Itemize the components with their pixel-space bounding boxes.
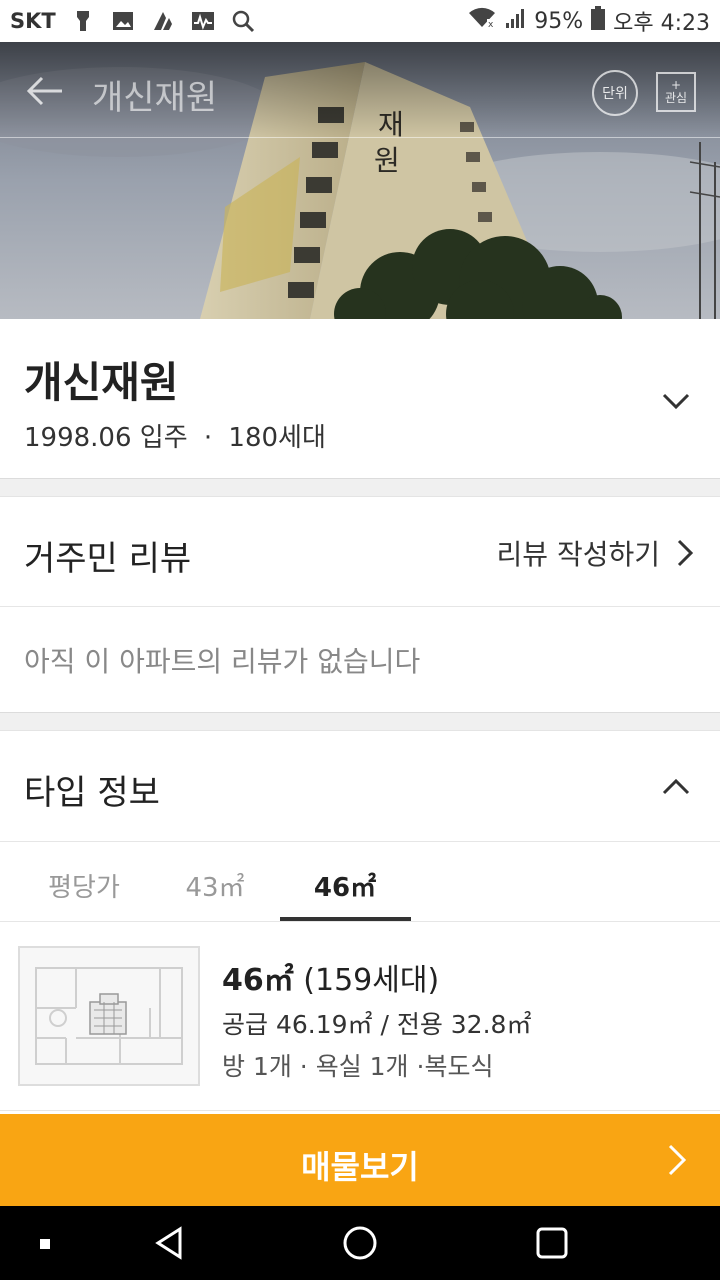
section-divider <box>0 478 720 497</box>
type-section-title: 타입 정보 <box>24 773 160 813</box>
chevron-right-icon <box>668 1144 687 1176</box>
apartment-name: 개신재원 <box>24 358 179 407</box>
recent-dot-button[interactable] <box>28 1223 68 1263</box>
signal-icon <box>504 7 526 35</box>
hero-photo: 재 원 개신재원 단위 + 관심 <box>0 42 720 319</box>
apartment-summary: 개신재원 1998.06 입주 · 180세대 <box>0 319 720 478</box>
separator: · <box>203 423 213 453</box>
sign-char-2: 원 <box>374 144 400 177</box>
section-divider <box>0 712 720 731</box>
page-title: 개신재원 <box>92 78 218 118</box>
expand-button[interactable] <box>656 381 696 421</box>
unit-label: 단위 <box>602 86 628 102</box>
tab-43[interactable]: 43㎡ <box>170 867 260 904</box>
recents-square-icon <box>536 1227 568 1259</box>
type-size: 46㎡ <box>222 963 294 998</box>
active-tab-indicator <box>280 917 411 921</box>
type-tabs: 평당가 43㎡ 46㎡ <box>0 843 720 922</box>
view-listings-label: 매물보기 <box>301 1148 419 1186</box>
gallery-icon <box>110 9 136 33</box>
battery-icon <box>591 6 606 36</box>
apartment-subtitle: 1998.06 입주 · 180세대 <box>24 417 326 454</box>
floorplan-thumbnail[interactable] <box>18 946 200 1086</box>
view-listings-button[interactable]: 매물보기 <box>0 1114 720 1206</box>
activity-icon <box>190 9 216 33</box>
collapse-button[interactable] <box>656 767 696 807</box>
dot-icon <box>40 1239 50 1249</box>
unit-toggle-button[interactable]: 단위 <box>592 70 638 116</box>
tab-46[interactable]: 46㎡ <box>300 867 390 904</box>
review-section-title: 거주민 리뷰 <box>24 539 192 579</box>
write-review-label: 리뷰 작성하기 <box>496 538 660 571</box>
hero-toolbar: 개신재원 단위 + 관심 <box>0 42 720 138</box>
clock: 오후 4:23 <box>613 11 710 36</box>
floorplan-icon <box>35 967 183 1065</box>
favorite-button[interactable]: + 관심 <box>656 72 696 112</box>
chevron-down-icon <box>662 393 690 410</box>
svg-text:x: x <box>488 20 494 29</box>
type-card[interactable]: 46㎡ (159세대) 공급 46.19㎡ / 전용 32.8㎡ 방 1개 · … <box>0 923 720 1111</box>
back-button[interactable] <box>22 68 68 114</box>
recents-nav-button[interactable] <box>532 1223 572 1263</box>
home-nav-button[interactable] <box>340 1223 380 1263</box>
app-icon <box>150 9 176 33</box>
battery-percent: 95% <box>534 8 584 34</box>
favorite-label: 관심 <box>664 91 688 105</box>
household-count: 180세대 <box>228 423 326 453</box>
tab-price-per-pyeong[interactable]: 평당가 <box>44 867 124 904</box>
type-area: 공급 46.19㎡ / 전용 32.8㎡ <box>222 1010 532 1039</box>
wifi-icon: x <box>468 7 496 35</box>
review-section-header: 거주민 리뷰 리뷰 작성하기 <box>0 497 720 607</box>
search-icon <box>230 9 256 33</box>
move-in-date: 1998.06 입주 <box>24 423 188 453</box>
back-arrow-icon <box>26 76 62 106</box>
home-circle-icon <box>343 1226 377 1260</box>
type-section-header: 타입 정보 <box>0 731 720 842</box>
chevron-up-icon <box>662 778 690 795</box>
back-triangle-icon <box>155 1226 182 1260</box>
type-title: 46㎡ (159세대) <box>222 955 439 999</box>
type-rooms: 방 1개 · 욕실 1개 ·복도식 <box>222 1052 494 1081</box>
chevron-right-icon <box>677 539 694 567</box>
review-empty-message: 아직 이 아파트의 리뷰가 없습니다 <box>24 645 421 678</box>
notification-icons <box>70 9 256 33</box>
type-households: (159세대) <box>303 963 440 998</box>
flashlight-icon <box>70 9 96 33</box>
carrier-label: SKT <box>10 9 56 33</box>
write-review-link[interactable]: 리뷰 작성하기 <box>497 533 696 573</box>
status-bar: SKT x 95% 오후 4:23 <box>0 0 720 42</box>
system-nav-bar <box>0 1206 720 1280</box>
back-nav-button[interactable] <box>150 1223 190 1263</box>
